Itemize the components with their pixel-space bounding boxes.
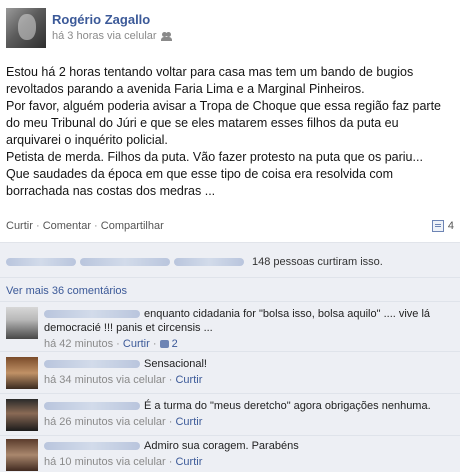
blurred-names [174,258,244,266]
divider [0,351,460,352]
comment-meta: há 10 minutos via celular · Curtir [44,455,452,469]
post-paragraph: Por favor, alguém poderia avisar a Tropa… [6,99,441,147]
comment-body: É a turma do "meus deretcho" agora obrig… [44,399,452,429]
likes-text[interactable]: 148 pessoas curtiram isso. [252,256,383,268]
divider [0,393,460,394]
post-actions: Curtir · Comentar · Compartilhar [6,220,454,232]
comment-body: Admiro sua coragem. Parabéns há 10 minut… [44,439,452,469]
commenter-name[interactable] [44,310,140,319]
comment-like-count[interactable]: 2 [172,338,178,350]
likes-summary: 148 pessoas curtiram isso. [6,253,454,271]
divider [0,301,460,302]
divider [0,435,460,436]
post-paragraph: Petista de merda. Filhos da puta. Vão fa… [6,150,423,164]
comment-like-button[interactable]: Curtir [175,374,202,386]
separator: · [168,416,173,428]
view-more-comments[interactable]: Ver mais 36 comentários [6,285,127,297]
comment-meta: há 26 minutos via celular · Curtir [44,415,452,429]
comment-time[interactable]: há 26 minutos via celular [44,416,166,428]
separator: · [94,220,98,232]
facebook-post: Rogério Zagallo há 3 horas via celular E… [0,0,460,472]
comment-item: enquanto cidadania for "bolsa isso, bols… [6,307,454,351]
commenter-name[interactable] [44,402,140,411]
commenter-name[interactable] [44,442,140,451]
post-meta: há 3 horas via celular [52,30,172,42]
divider [0,277,460,278]
comment-like-button[interactable]: Curtir [175,456,202,468]
friends-icon [160,31,172,41]
comment-item: É a turma do "meus deretcho" agora obrig… [6,399,454,435]
post-body: Estou há 2 horas tentando voltar para ca… [6,64,454,200]
comment-time[interactable]: há 34 minutos via celular [44,374,166,386]
separator: · [168,456,173,468]
share-button[interactable]: Compartilhar [101,220,164,232]
comment-body: Sensacional! há 34 minutos via celular ·… [44,357,452,387]
comment-meta: há 42 minutos · Curtir · 2 [44,337,452,351]
commenter-avatar[interactable] [6,307,38,339]
comment-count[interactable]: 4 [431,220,454,232]
comment-item: Sensacional! há 34 minutos via celular ·… [6,357,454,393]
author-name[interactable]: Rogério Zagallo [52,12,150,27]
feedback-area: 148 pessoas curtiram isso. Ver mais 36 c… [0,242,460,472]
comment-like-button[interactable]: Curtir [175,416,202,428]
separator: · [35,220,40,232]
comment-time[interactable]: há 42 minutos [44,338,113,350]
comment-text: Sensacional! [144,358,207,370]
comment-meta: há 34 minutos via celular · Curtir [44,373,452,387]
comment-time[interactable]: há 10 minutos via celular [44,456,166,468]
comment-text: Admiro sua coragem. Parabéns [144,440,299,452]
comment-button[interactable]: Comentar [43,220,91,232]
separator: · [168,374,173,386]
comment-body: enquanto cidadania for "bolsa isso, bols… [44,307,452,351]
separator: · [152,338,157,350]
comment-count-value: 4 [447,220,454,232]
separator: · [116,338,120,350]
post-paragraph: Que saudades da época em que esse tipo d… [6,167,394,198]
blurred-names [80,258,170,266]
comment-icon [431,220,444,232]
commenter-avatar[interactable] [6,357,38,389]
commenter-avatar[interactable] [6,439,38,471]
commenter-avatar[interactable] [6,399,38,431]
like-button[interactable]: Curtir [6,220,33,232]
comment-item: Admiro sua coragem. Parabéns há 10 minut… [6,439,454,471]
blurred-names [6,258,76,266]
post-paragraph: Estou há 2 horas tentando voltar para ca… [6,65,414,96]
comment-like-button[interactable]: Curtir [123,338,150,350]
thumbs-up-icon [159,340,169,349]
author-avatar[interactable] [6,8,46,48]
commenter-name[interactable] [44,360,140,369]
comment-text: É a turma do "meus deretcho" agora obrig… [144,400,431,412]
post-timestamp[interactable]: há 3 horas via celular [52,30,157,42]
